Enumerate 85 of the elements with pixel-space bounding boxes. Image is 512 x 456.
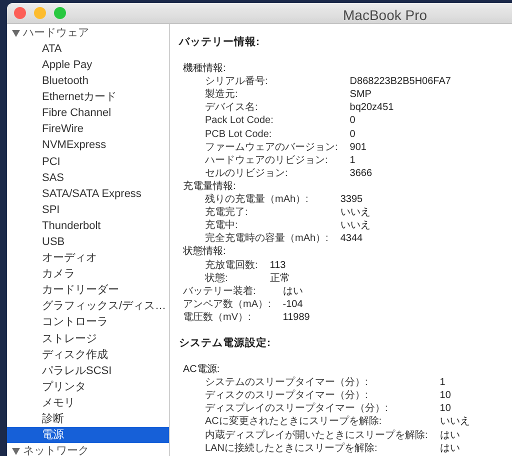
sidebar-item[interactable]: SATA/SATA Express [7,186,169,202]
sidebar-item[interactable]: プリンタ [7,379,169,396]
field-value: 1 [348,154,356,167]
field-label: セルのリビジョン: [205,166,289,180]
sidebar-item[interactable]: 電源 [7,427,169,444]
field-value: いいえ [339,206,370,220]
field-value: 10 [438,402,452,416]
field-value: いいえ [438,415,470,429]
field-label: 充電完了: [205,206,249,220]
window-title: MacBook Pro [343,6,428,25]
group-title: 充電量情報: [183,180,237,194]
sidebar-category[interactable]: ハードウェア [7,25,169,42]
field-label: システムのスリープタイマー（分）: [205,376,369,390]
sidebar-item[interactable]: コントローラ [7,314,169,331]
sidebar-category[interactable]: ネットワーク [7,443,169,456]
field-label: 充放電回数: [205,258,258,272]
field-label: バッテリー装着: [183,284,257,298]
sidebar-item[interactable]: カメラ [7,266,169,282]
field-value: 4344 [339,232,364,246]
field-value: SMP [348,88,372,102]
sidebar-item[interactable]: USB [7,234,169,250]
field-label: PCB Lot Code: [205,128,273,141]
sidebar-item[interactable]: Thunderbolt [7,218,169,234]
group-title: AC電源: [183,363,221,376]
field-value: D868223B2B5H06FA7 [348,75,451,88]
field-value: 3666 [348,166,374,180]
field-label: 電圧数（mV）: [183,310,252,324]
group-title: 機種情報: [183,62,227,76]
field-value: 正常 [268,272,290,285]
section-title: バッテリー情報: [179,36,260,50]
group-title: 状態情報: [183,245,227,258]
disclosure-triangle-icon[interactable] [12,448,20,455]
zoom-button[interactable] [54,7,66,19]
field-label: ACに変更されたときにスリープを解除: [205,415,383,429]
field-label: Pack Lot Code: [205,114,274,128]
field-value: 10 [438,389,452,402]
field-label: ファームウェアのバージョン: [205,140,338,154]
field-label: ディスプレイのスリープタイマー（分）: [205,402,389,416]
sidebar-item[interactable]: Fibre Channel [7,105,169,122]
field-label: アンペア数（mA）: [183,298,271,311]
sidebar-item[interactable]: ストレージ [7,330,169,347]
sidebar-item[interactable]: パラレルSCSI [7,362,169,380]
field-label: 完全充電時の容量（mAh）: [205,232,328,246]
sidebar-item[interactable]: Bluetooth [7,73,169,90]
sidebar-item[interactable]: SAS [7,170,169,186]
field-label: デバイス名: [205,101,259,114]
field-value: bq20z451 [348,101,395,114]
field-value: いいえ [339,219,370,232]
field-value: 0 [348,128,356,141]
field-label: 残りの充電量（mAh）: [205,193,310,206]
field-label: 充電中: [205,219,239,232]
field-value: 901 [348,140,368,154]
sidebar-item[interactable]: オーディオ [7,250,169,266]
field-label: 製造元: [205,88,239,102]
sidebar-item[interactable]: Ethernetカード [7,89,169,106]
field-label: ハードウェアのリビジョン: [205,154,329,167]
disclosure-triangle-icon[interactable] [12,30,20,37]
field-label: LANに接続したときにスリープを解除: [205,442,378,455]
field-value: はい [282,284,304,298]
field-label: ディスクのスリープタイマー（分）: [205,389,369,402]
field-value: 0 [348,114,356,128]
sidebar-item[interactable]: グラフィックス/ディス… [7,298,169,315]
sidebar-item[interactable]: メモリ [7,395,169,412]
field-value: -104 [282,298,304,311]
section-title: システム電源設定: [179,336,272,350]
minimize-button[interactable] [34,7,46,19]
field-label: 状態: [205,272,229,285]
sidebar-item[interactable]: カードリーダー [7,282,169,299]
sidebar-item[interactable]: ATA [7,41,169,58]
field-value: 3395 [339,193,364,206]
field-value: 11989 [282,310,310,324]
sidebar-item[interactable]: Apple Pay [7,57,169,74]
field-label: 内蔵ディスプレイが開いたときにスリープを解除: [205,428,428,442]
field-value: はい [438,428,461,442]
sidebar-item[interactable]: ディスク作成 [7,346,169,363]
field-value: 113 [268,258,287,272]
close-button[interactable] [14,7,26,19]
sidebar-item[interactable]: NVMExpress [7,138,169,154]
field-label: シリアル番号: [205,75,269,88]
field-value: はい [438,442,461,455]
sidebar-item[interactable]: SPI [7,202,169,218]
sidebar-item[interactable]: PCI [7,154,169,170]
sidebar-item[interactable]: FireWire [7,122,169,138]
sidebar-item[interactable]: 診断 [7,411,169,428]
field-value: 1 [438,376,446,390]
